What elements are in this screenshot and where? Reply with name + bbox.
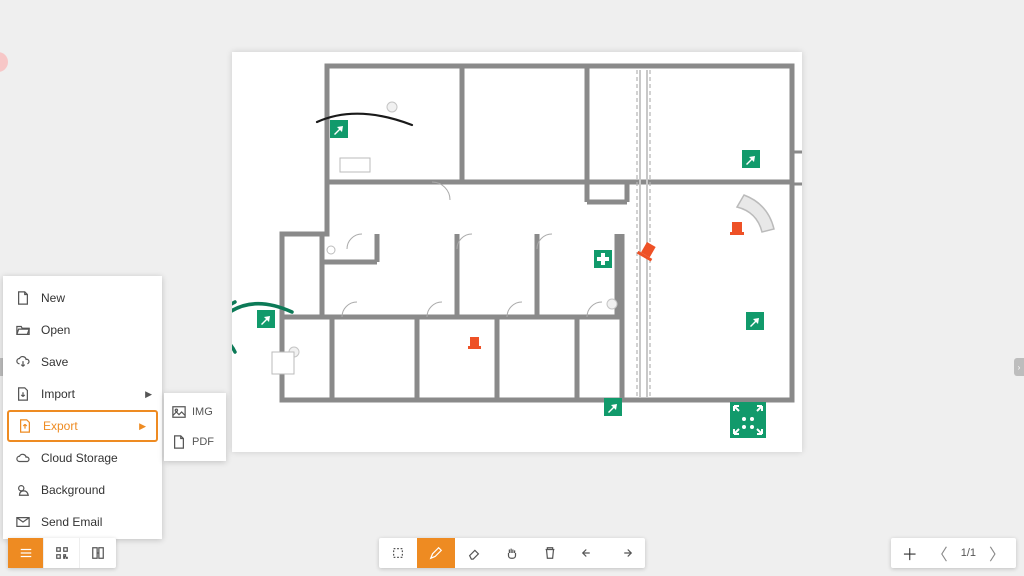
menu-label: New [41, 291, 65, 305]
add-page-button[interactable]: ＋ [895, 538, 925, 568]
mail-icon [15, 514, 31, 530]
export-img[interactable]: IMG [164, 397, 226, 427]
background-icon [15, 482, 31, 498]
file-icon [15, 290, 31, 306]
chevron-right-icon: ▶ [145, 389, 152, 400]
cloud-icon [15, 450, 31, 466]
menu-new[interactable]: New [3, 282, 162, 314]
main-toolbar-left [8, 538, 116, 568]
menu-label: Cloud Storage [41, 451, 118, 465]
main-menu: New Open Save Import ▶ Export ▶ Cloud St… [3, 276, 162, 539]
crop-button[interactable] [379, 538, 417, 568]
menu-label: Open [41, 323, 70, 337]
trash-button[interactable] [531, 538, 569, 568]
submenu-label: IMG [192, 406, 213, 418]
menu-label: Background [41, 483, 105, 497]
menu-label: Save [41, 355, 68, 369]
prev-page-button[interactable]: 〈 [925, 538, 955, 568]
menu-label: Export [43, 419, 78, 433]
menu-cloud-storage[interactable]: Cloud Storage [3, 442, 162, 474]
eraser-button[interactable] [455, 538, 493, 568]
menu-import[interactable]: Import ▶ [3, 378, 162, 410]
hand-button[interactable] [493, 538, 531, 568]
menu-export[interactable]: Export ▶ [7, 410, 158, 442]
pencil-button[interactable] [417, 538, 455, 568]
right-panel-handle[interactable]: › [1014, 358, 1024, 376]
qr-code-button[interactable] [44, 538, 80, 568]
menu-label: Import [41, 387, 75, 401]
page-indicator: 1/1 [955, 547, 982, 559]
notification-tab[interactable] [0, 52, 8, 72]
hamburger-menu-button[interactable] [8, 538, 44, 568]
layout-button[interactable] [80, 538, 116, 568]
folder-open-icon [15, 322, 31, 338]
menu-open[interactable]: Open [3, 314, 162, 346]
image-icon [172, 405, 186, 419]
file-import-icon [15, 386, 31, 402]
chevron-right-icon: ▶ [139, 421, 146, 432]
cloud-download-icon [15, 354, 31, 370]
drawing-canvas[interactable] [232, 52, 802, 452]
menu-background[interactable]: Background [3, 474, 162, 506]
file-icon [172, 435, 186, 449]
menu-save[interactable]: Save [3, 346, 162, 378]
export-pdf[interactable]: PDF [164, 427, 226, 457]
redo-button[interactable] [607, 538, 645, 568]
drawing-toolbar [379, 538, 645, 568]
submenu-label: PDF [192, 436, 214, 448]
file-export-icon [17, 418, 33, 434]
export-submenu: IMG PDF [164, 393, 226, 461]
menu-send-email[interactable]: Send Email [3, 506, 162, 538]
undo-button[interactable] [569, 538, 607, 568]
menu-label: Send Email [41, 515, 102, 529]
page-navigator: ＋ 〈 1/1 〉 [891, 538, 1016, 568]
next-page-button[interactable]: 〉 [982, 538, 1012, 568]
